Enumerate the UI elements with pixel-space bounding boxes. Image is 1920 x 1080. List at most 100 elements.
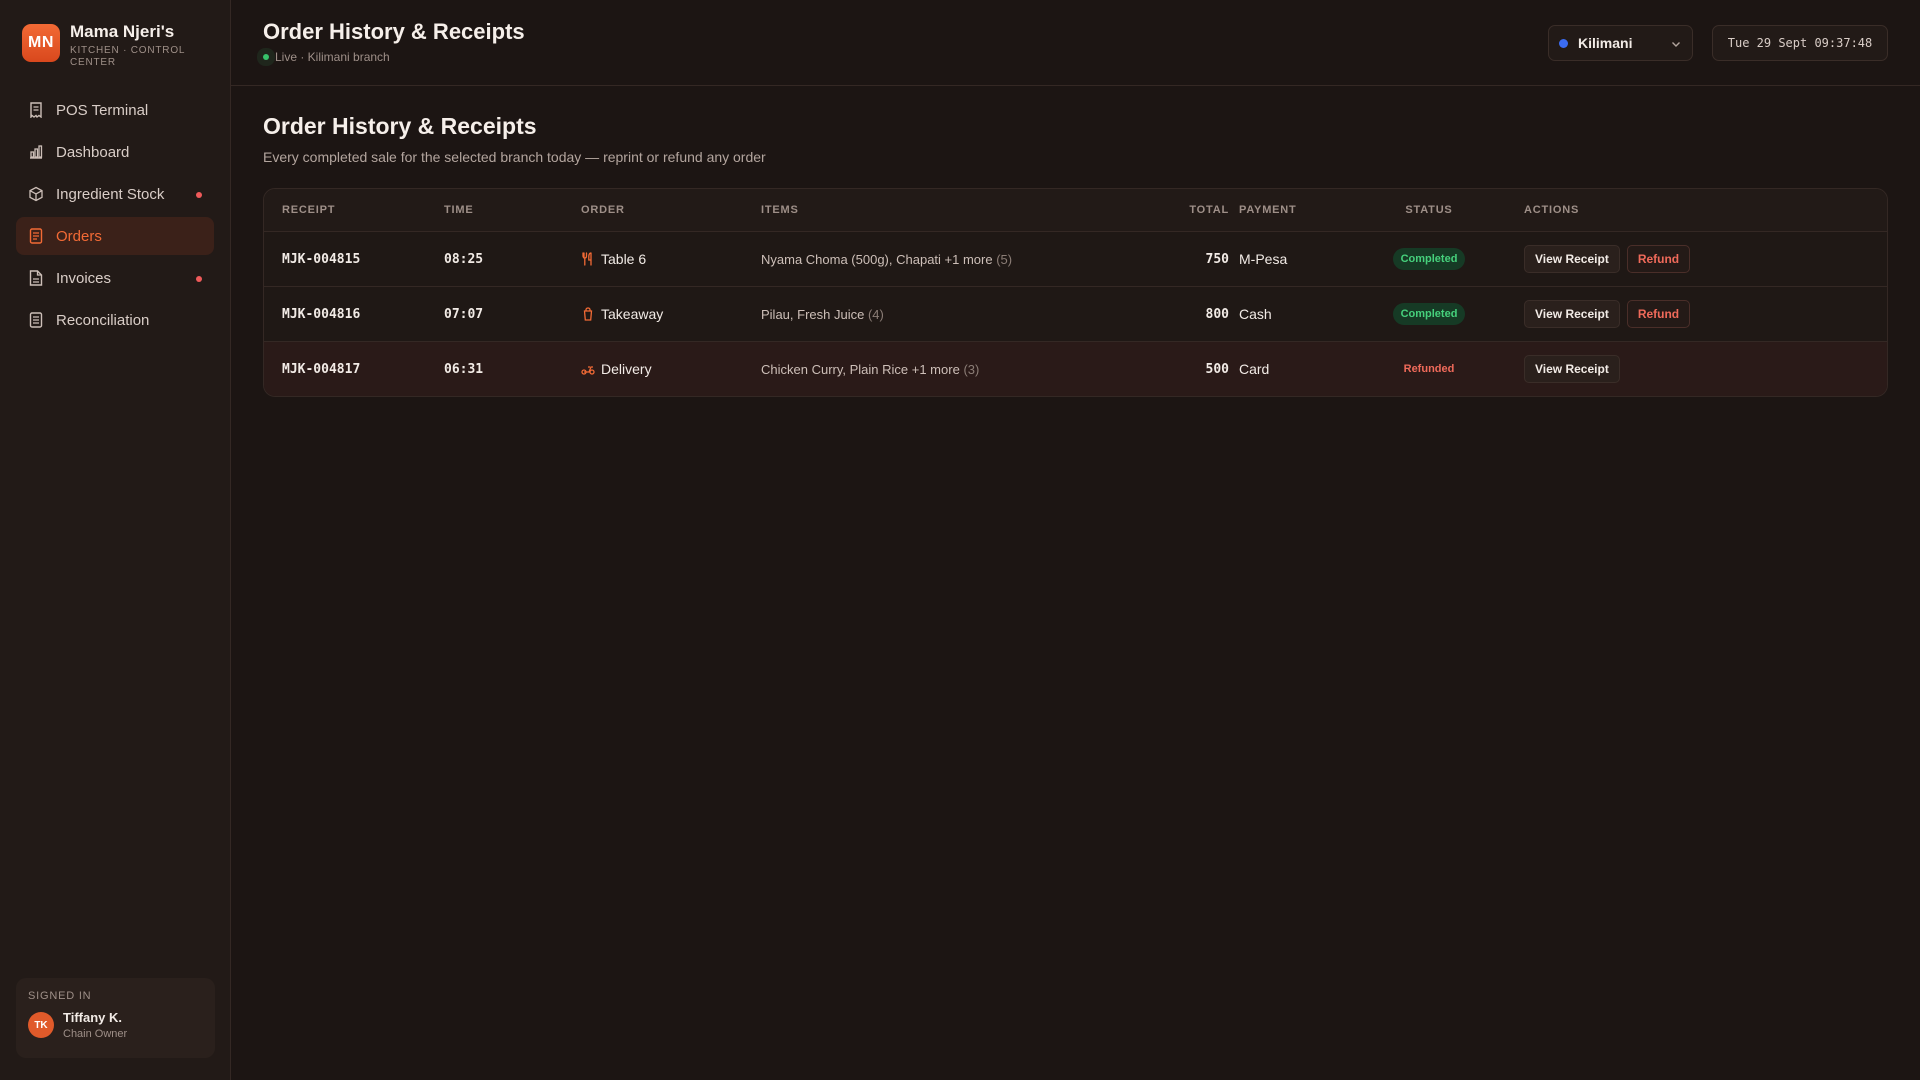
signed-in-label: SIGNED IN [28,990,92,1002]
receipt-icon [28,102,44,118]
sidebar-item-dashboard[interactable]: Dashboard [16,133,214,171]
order-type: Delivery [581,361,761,377]
order-items: Chicken Curry, Plain Rice +1 more (3) [761,362,1179,377]
sidebar-item-label: Ingredient Stock [56,185,165,203]
live-status: Live · Kilimani branch [263,50,390,64]
view-receipt-button[interactable]: View Receipt [1524,355,1620,383]
payment-method: Cash [1239,306,1272,322]
column-header-status: STATUS [1405,204,1453,216]
user-role: Chain Owner [63,1028,128,1040]
scooter-icon [581,362,595,376]
receipt-number: MJK-004817 [282,361,361,377]
sidebar-item-orders[interactable]: Orders [16,217,214,255]
column-header-actions: ACTIONS [1524,204,1580,216]
order-type-label: Table 6 [601,251,647,267]
sidebar-item-pos-terminal[interactable]: POS Terminal [16,91,214,129]
items-count: (3) [963,361,980,377]
status-badge: Completed [1392,248,1466,270]
live-status-text: Live · Kilimani branch [275,50,390,64]
branch-select-value: Kilimani [1578,35,1633,51]
order-items: Nyama Choma (500g), Chapati +1 more (5) [761,252,1179,267]
order-type: Table 6 [581,251,761,267]
sidebar-item-label: POS Terminal [56,101,149,119]
takeaway-cup-icon [581,307,595,321]
sidebar-item-label: Invoices [56,269,112,287]
topbar: Order History & Receipts Live · Kilimani… [231,0,1920,86]
items-summary: Nyama Choma (500g), Chapati +1 more [761,251,993,267]
page-title: Order History & Receipts [263,113,537,139]
table-row: MJK-004815 08:25 Table 6 Nyama Choma (50… [264,232,1887,287]
items-summary: Pilau, Fresh Juice [761,306,865,322]
ledger-icon [28,312,44,328]
chevron-down-icon [1670,37,1682,53]
sidebar-item-reconciliation[interactable]: Reconciliation [16,301,214,339]
order-total: 800 [1205,306,1229,322]
row-actions: View Receipt [1484,355,1887,383]
utensils-icon [581,252,595,266]
refund-button[interactable]: Refund [1626,245,1691,273]
document-icon [28,228,44,244]
user-name: Tiffany K. [63,1010,122,1025]
table-header: RECEIPT TIME ORDER ITEMS TOTAL PAYMENT S… [264,189,1887,232]
sidebar-item-label: Orders [56,227,102,245]
sidebar-item-ingredient-stock[interactable]: Ingredient Stock [16,175,214,213]
order-time: 07:07 [444,306,484,322]
receipt-number: MJK-004816 [282,306,361,322]
brand-subtitle: KITCHEN · CONTROL CENTER [70,45,185,68]
view-receipt-button[interactable]: View Receipt [1524,245,1620,273]
branch-select[interactable]: Kilimani [1548,25,1693,61]
sidebar-item-label: Reconciliation [56,311,150,329]
payment-method: M-Pesa [1239,251,1288,267]
signed-in-card[interactable]: SIGNED IN TK Tiffany K. Chain Owner [16,978,215,1058]
order-total: 750 [1205,251,1229,267]
items-count: (4) [867,306,884,322]
order-type: Takeaway [581,306,761,322]
refund-button[interactable]: Refund [1626,300,1691,328]
column-header-time: TIME [444,204,474,216]
app: MN Mama Njeri's KITCHEN · CONTROL CENTER… [0,0,1920,1080]
order-time: 06:31 [444,361,484,377]
live-indicator-icon [263,54,269,60]
items-count: (5) [996,251,1013,267]
order-time: 08:25 [444,251,484,267]
orders-table: RECEIPT TIME ORDER ITEMS TOTAL PAYMENT S… [263,188,1888,397]
invoice-icon [28,270,44,286]
main-content: Order History & Receipts Live · Kilimani… [231,0,1920,1080]
brand-name: Mama Njeri's [70,22,175,41]
order-type-label: Takeaway [601,306,664,322]
branch-color-dot [1559,38,1568,48]
view-receipt-button[interactable]: View Receipt [1524,300,1620,328]
topbar-title: Order History & Receipts [263,19,525,44]
status-badge: Completed [1392,303,1466,325]
order-items: Pilau, Fresh Juice (4) [761,307,1179,322]
order-total: 500 [1205,361,1229,377]
avatar: TK [28,1012,54,1038]
status-badge: Refunded [1403,363,1455,375]
column-header-items: ITEMS [761,204,799,216]
brand: MN Mama Njeri's KITCHEN · CONTROL CENTER [0,0,230,69]
page-subtitle: Every completed sale for the selected br… [263,149,766,165]
payment-method: Card [1239,361,1270,377]
column-header-payment: PAYMENT [1239,204,1297,216]
column-header-order: ORDER [581,204,625,216]
notification-dot [196,276,202,282]
status-cell: Refunded [1374,358,1484,380]
sidebar-item-invoices[interactable]: Invoices [16,259,214,297]
table-row: MJK-004817 06:31 Delivery Chicken Curry,… [264,342,1887,396]
sidebar-nav: POS Terminal Dashboard Ingredient Stock [0,91,230,339]
row-actions: View Receipt Refund [1484,300,1887,328]
brand-logo: MN [22,24,60,62]
status-cell: Completed [1374,248,1484,270]
sidebar: MN Mama Njeri's KITCHEN · CONTROL CENTER… [0,0,231,1080]
order-type-label: Delivery [601,361,652,377]
column-header-total: TOTAL [1189,204,1229,216]
row-actions: View Receipt Refund [1484,245,1887,273]
table-row: MJK-004816 07:07 Takeaway Pilau, Fresh J… [264,287,1887,342]
datetime-display: Tue 29 Sept 09:37:48 [1712,25,1888,61]
items-summary: Chicken Curry, Plain Rice +1 more [761,361,960,377]
sidebar-item-label: Dashboard [56,143,130,161]
notification-dot [196,192,202,198]
receipt-number: MJK-004815 [282,251,361,267]
column-header-receipt: RECEIPT [282,204,336,216]
box-icon [28,186,44,202]
